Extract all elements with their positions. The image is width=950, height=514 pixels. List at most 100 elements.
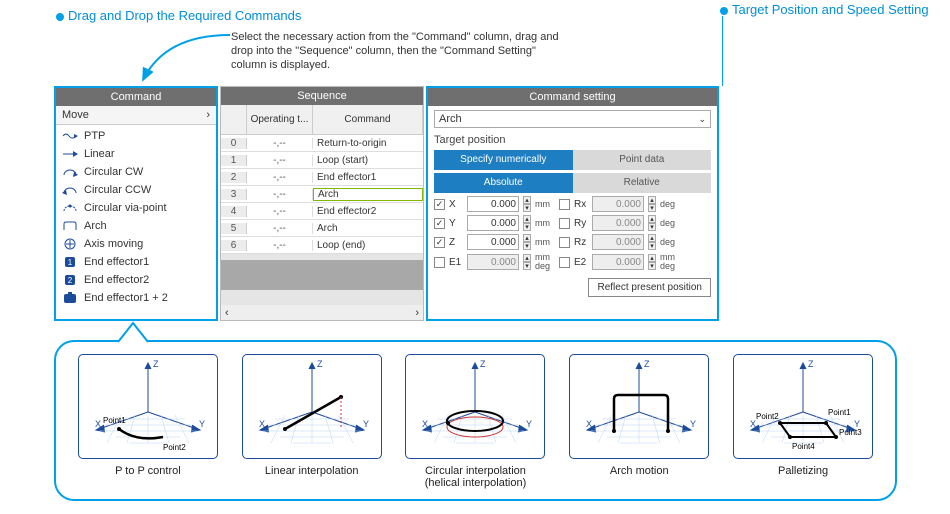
spinner-Z[interactable]: ▴▾	[523, 234, 531, 250]
ccw-icon	[62, 184, 78, 196]
svg-text:X: X	[422, 419, 428, 429]
checkbox-Z[interactable]: ✓	[434, 237, 445, 248]
unit-label: deg	[660, 238, 680, 247]
chevron-down-icon: ⌄	[698, 114, 706, 125]
callout-leader-line	[722, 16, 723, 86]
svg-text:Z: Z	[480, 359, 486, 369]
svg-text:1: 1	[68, 258, 73, 267]
motion-diagrams: Z X Y Point1Point2 P to P control Z X Y …	[54, 340, 897, 501]
svg-text:Point1: Point1	[828, 408, 851, 417]
checkbox-Ry[interactable]	[559, 218, 570, 229]
command-item-arch[interactable]: Arch	[60, 217, 212, 235]
setting-panel-title: Command setting	[428, 88, 717, 106]
sequence-row[interactable]: 3-,--Arch	[221, 186, 423, 203]
checkbox-Y[interactable]: ✓	[434, 218, 445, 229]
ptp-icon	[62, 130, 78, 142]
axis-label: Y	[449, 218, 463, 229]
command-item-label: Circular CW	[84, 166, 143, 178]
bullet-icon	[720, 7, 728, 15]
command-item-via[interactable]: Circular via-point	[60, 199, 212, 217]
command-panel-title: Command	[56, 88, 216, 106]
svg-text:Z: Z	[644, 359, 650, 369]
target-position-label: Target position	[434, 134, 711, 146]
unit-label: mm	[535, 219, 555, 228]
value-input-X[interactable]: 0.000	[467, 196, 519, 212]
axis-label: Z	[449, 237, 463, 248]
diagram-card: Z X Y Linear interpolation	[242, 354, 382, 489]
checkbox-X[interactable]: ✓	[434, 199, 445, 210]
command-list: PTPLinear Circular CW Circular CCW Circular…	[56, 125, 216, 309]
axis-label: E2	[574, 257, 588, 268]
ee2-icon: 2	[62, 274, 78, 286]
svg-text:2: 2	[68, 276, 73, 285]
command-item-axis[interactable]: Axis moving	[60, 235, 212, 253]
linear-icon	[62, 148, 78, 160]
command-item-label: End effector1 + 2	[84, 292, 168, 304]
svg-text:Y: Y	[526, 419, 532, 429]
spinner-Y[interactable]: ▴▾	[523, 215, 531, 231]
diagram-frame: Z X Y Point1Point2Point3Point4	[733, 354, 873, 459]
instruction-text: Select the necessary action from the "Co…	[231, 30, 561, 72]
ee1-icon: 1	[62, 256, 78, 268]
bullet-icon	[56, 13, 64, 21]
svg-text:X: X	[95, 419, 101, 429]
sequence-row[interactable]: 5-,--Arch	[221, 220, 423, 237]
svg-text:Z: Z	[317, 359, 323, 369]
arch-icon	[62, 220, 78, 232]
left-callout: Drag and Drop the Required Commands	[56, 8, 301, 23]
command-name-combo[interactable]: Arch ⌄	[434, 110, 711, 128]
unit-label: mm	[535, 200, 555, 209]
diagram-frame: Z X Y	[242, 354, 382, 459]
reflect-position-button[interactable]: Reflect present position	[588, 278, 711, 297]
value-input-E2: 0.000	[592, 254, 644, 270]
unit-label: mm	[535, 238, 555, 247]
command-group-row[interactable]: Move ›	[56, 106, 216, 125]
tab-absolute[interactable]: Absolute	[434, 173, 573, 193]
axis-label: E1	[449, 257, 463, 268]
command-item-linear[interactable]: Linear	[60, 145, 212, 163]
checkbox-Rx[interactable]	[559, 199, 570, 210]
svg-text:Y: Y	[199, 419, 205, 429]
svg-text:X: X	[586, 419, 592, 429]
command-setting-panel: Command setting Arch ⌄ Target position S…	[426, 86, 719, 321]
spinner-X[interactable]: ▴▾	[523, 196, 531, 212]
tab-point-data[interactable]: Point data	[573, 150, 712, 170]
value-input-Z[interactable]: 0.000	[467, 234, 519, 250]
axis-label: Rz	[574, 237, 588, 248]
command-item-ee2[interactable]: 2End effector2	[60, 271, 212, 289]
horizontal-scrollbar[interactable]: ‹›	[221, 305, 423, 320]
command-item-cw[interactable]: Circular CW	[60, 163, 212, 181]
sequence-row[interactable]: 0-,--Return-to-origin	[221, 135, 423, 152]
checkbox-E1[interactable]	[434, 257, 445, 268]
connector-notch-icon	[118, 321, 148, 343]
drag-arrow-icon	[135, 25, 255, 90]
value-input-Y[interactable]: 0.000	[467, 215, 519, 231]
checkbox-E2[interactable]	[559, 257, 570, 268]
command-item-ee1[interactable]: 1End effector1	[60, 253, 212, 271]
tab-specify-numerically[interactable]: Specify numerically	[434, 150, 573, 170]
command-item-ccw[interactable]: Circular CCW	[60, 181, 212, 199]
coord-row-Z: ✓ Z 0.000 ▴▾ mm Rz 0.000 ▴▾ deg	[434, 234, 711, 250]
command-item-label: Circular via-point	[84, 202, 167, 214]
spinner-Ry: ▴▾	[648, 215, 656, 231]
axis-label: X	[449, 199, 463, 210]
tab-relative[interactable]: Relative	[573, 173, 712, 193]
svg-text:Z: Z	[153, 359, 159, 369]
command-item-ptp[interactable]: PTP	[60, 127, 212, 145]
diagram-label: P to P control	[115, 465, 181, 477]
sequence-row[interactable]: 6-,--Loop (end)	[221, 237, 423, 254]
sequence-row[interactable]: 1-,--Loop (start)	[221, 152, 423, 169]
command-item-ee12[interactable]: End effector1 + 2	[60, 289, 212, 307]
checkbox-Rz[interactable]	[559, 237, 570, 248]
svg-text:Point2: Point2	[756, 412, 779, 421]
cw-icon	[62, 166, 78, 178]
sequence-row[interactable]: 4-,--End effector2	[221, 203, 423, 220]
coord-row-Y: ✓ Y 0.000 ▴▾ mm Ry 0.000 ▴▾ deg	[434, 215, 711, 231]
via-icon	[62, 202, 78, 214]
svg-text:Z: Z	[808, 359, 814, 369]
diagram-label: Circular interpolation(helical interpola…	[425, 465, 527, 489]
diagram-card: Z X Y Point1Point2 P to P control	[78, 354, 218, 489]
svg-text:Point1: Point1	[103, 416, 126, 425]
sequence-row[interactable]: 2-,--End effector1	[221, 169, 423, 186]
chevron-right-icon: ›	[206, 109, 210, 121]
